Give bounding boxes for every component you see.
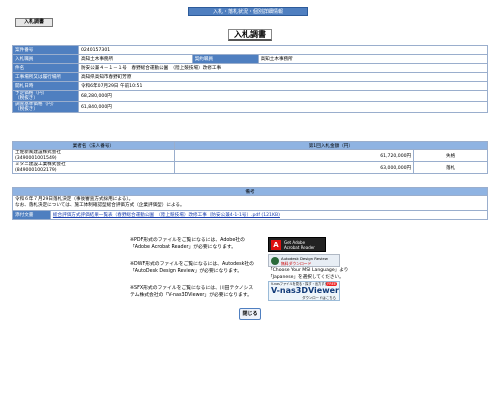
note-sfx-line-1: ※SFX形式のファイルをご覧になるには、川田テクノシス: [130, 286, 254, 291]
note-sfx-line-2: テム株式会社の「V-nas3DViewer」が必要になります。: [130, 292, 252, 298]
autodesk-note-line-2: 「Japanese」を選択してください。: [268, 274, 344, 280]
label-survey-price-sub: （税抜き）: [15, 107, 38, 112]
page-header: 入札・落札状況・個別詳細情報: [188, 7, 308, 16]
label-estimated-price: 予定価格（円） （税抜き）: [12, 90, 79, 102]
adobe-badge-line-2: Acrobat Reader: [284, 245, 315, 250]
note-dwf-line-2: 「AutoDesk Design Review」が必要になります。: [130, 268, 243, 274]
label-bid-staff: 入札職員: [12, 54, 79, 64]
vnas-badge-main: V-nas3DViewer: [271, 286, 339, 295]
value-survey-price: 61,840,000円: [77, 101, 489, 113]
remarks-line-2: なお、落札決定については、施工体制確認型総合評価方式（企業評価型）による。: [15, 203, 185, 208]
autodesk-badge-line-2: 無料ダウンロード: [281, 261, 312, 266]
vnas-3d-viewer-badge[interactable]: V-nasファイルを見る・探す・出力する FREE V-nas3DViewer …: [268, 281, 340, 301]
label-contract-staff: 契約職員: [191, 54, 259, 64]
remarks-table: 備考 令和６年７月29日落札決定（事後審査方式採用による）。 なお、落札決定につい…: [12, 187, 489, 220]
value-subject: 防安公兼４－１－１号 春野総合運動公園 （陸上競技場）改修工事: [77, 63, 489, 73]
bid-amount: 61,720,000円: [173, 149, 415, 162]
attachment-cell: 総合評価方式評価結果一覧表（春野総合運動公園 （陸上競技場）改修工事（防安公兼4…: [49, 210, 489, 220]
note-sfx: ※SFX形式のファイルをご覧になるには、川田テクノシス テム株式会社の「V-nas…: [130, 286, 265, 299]
value-bid-staff: 高知土木事務所: [77, 54, 193, 64]
tab-bid-record[interactable]: 入札調書: [15, 18, 53, 27]
label-subject: 件名: [12, 63, 79, 73]
remarks-line-1: 令和６年７月29日落札決定（事後審査方式採用による）。: [15, 197, 134, 202]
value-opening-date: 令和6年07月29日 午前10:51: [77, 81, 489, 91]
bid-result: 失格: [413, 149, 488, 162]
remarks-text: 令和６年７月29日落札決定（事後審査方式採用による）。 なお、落札決定については、…: [12, 195, 488, 211]
autodesk-design-review-badge[interactable]: Autodesk Design Review 無料ダウンロード: [268, 254, 340, 267]
autodesk-language-note: 「Choose Your MSI Language」より 「Japanese」を選…: [268, 268, 368, 281]
autodesk-logo-icon: [271, 257, 279, 265]
adobe-reader-badge[interactable]: A Get Adobe Acrobat Reader: [268, 237, 326, 252]
col-bidder-name: 業者名（法人番号）: [12, 141, 175, 150]
value-case-number: 0240157301: [77, 45, 489, 55]
remarks-header: 備考: [12, 187, 488, 196]
adobe-logo-icon: A: [271, 240, 281, 250]
bid-amount: 63,000,000円: [173, 161, 415, 174]
label-opening-date: 開札日時: [12, 81, 79, 91]
value-contract-staff: 高知土木事務所: [257, 54, 489, 64]
label-case-number: 案件番号: [12, 45, 79, 55]
bid-result: 落札: [413, 161, 488, 174]
note-pdf: ※PDF形式のファイルをご覧になるには、Adobe社の 「Adobe Acroba…: [130, 238, 265, 251]
page-title: 入札調書: [228, 29, 272, 41]
label-attachment: 添付文書: [12, 210, 51, 220]
autodesk-note-line-1: 「Choose Your MSI Language」より: [268, 268, 349, 273]
bidder-name-text: ミタニ建設工業株式会社: [15, 162, 66, 168]
value-location: 高知県高知市春野町芳原: [77, 72, 489, 82]
bidder-corp-number: (3490001001549): [15, 155, 57, 161]
close-button[interactable]: 閉じる: [239, 308, 261, 320]
bidder-corp-number: (8490001002179): [15, 167, 57, 173]
note-dwf-line-1: ※DWF形式のファイルをご覧になるには、Autodesk社の: [130, 262, 254, 267]
note-pdf-line-2: 「Adobe Acrobat Reader」が必要になります。: [130, 244, 236, 250]
label-survey-price: 調査基準価格（円） （税抜き）: [12, 101, 79, 113]
attachment-pdf-link[interactable]: 総合評価方式評価結果一覧表（春野総合運動公園 （陸上競技場）改修工事（防安公兼4…: [53, 213, 280, 218]
table-row: ミタニ建設工業株式会社 (8490001002179) 63,000,000円 落…: [12, 161, 488, 174]
bid-info-table: 案件番号 0240157301 入札職員 高知土木事務所 契約職員 高知土木事務…: [12, 45, 489, 113]
table-row: 土佐新風建設株式会社 (3490001001549) 61,720,000円 失格: [12, 149, 488, 162]
bidder-name: ミタニ建設工業株式会社 (8490001002179): [12, 161, 175, 174]
bidder-name-text: 土佐新風建設株式会社: [15, 150, 61, 156]
bidder-name: 土佐新風建設株式会社 (3490001001549): [12, 149, 175, 162]
bidders-table: 業者名（法人番号） 第1回入札金額（円） 土佐新風建設株式会社 (34900010…: [12, 141, 489, 174]
value-estimated-price: 68,280,000円: [77, 90, 489, 102]
note-pdf-line-1: ※PDF形式のファイルをご覧になるには、Adobe社の: [130, 238, 245, 243]
label-estimated-price-sub: （税抜き）: [15, 96, 38, 101]
label-location: 工事場所又は履行場所: [12, 72, 79, 82]
col-bid-amount: 第1回入札金額（円）: [173, 141, 489, 150]
vnas-badge-sub: ダウンロードはこちら: [302, 296, 336, 300]
note-dwf: ※DWF形式のファイルをご覧になるには、Autodesk社の 「AutoDesk …: [130, 262, 265, 275]
